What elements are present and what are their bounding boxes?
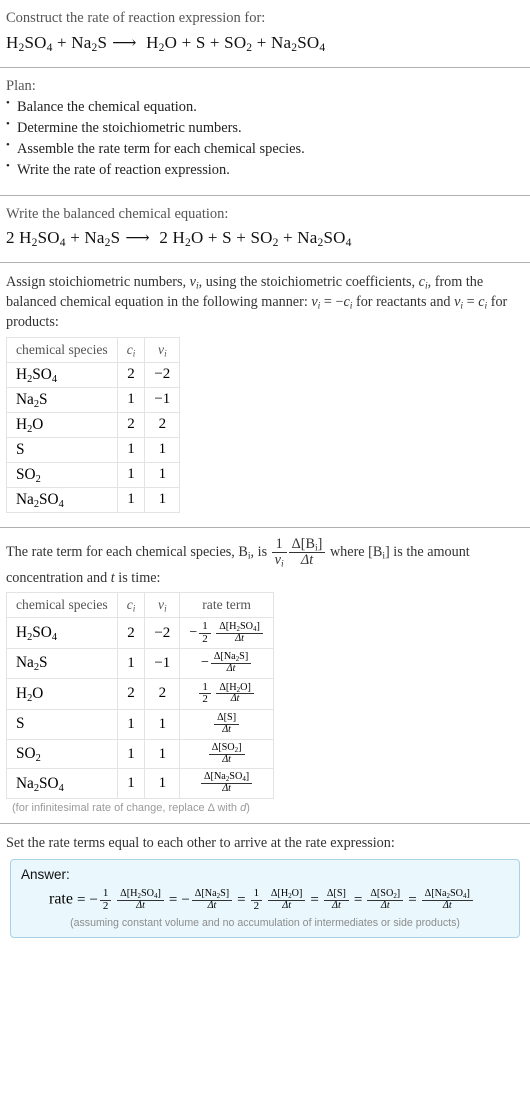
species-cell: H2SO4	[6, 361, 118, 388]
table-row: S11	[6, 436, 181, 463]
step-construct-prompt: Construct the rate of reaction expressio…	[0, 0, 530, 67]
column-header: rate term	[179, 591, 274, 618]
rate-term-cell: −1 2 Δ[H2SO4] Δt	[179, 616, 274, 650]
stoich-number-cell: −1	[144, 386, 181, 413]
species-cell: Na2S	[6, 648, 118, 679]
table-row: H2SO4 2 −2	[6, 361, 181, 388]
species-cell: H2O	[6, 677, 118, 711]
species-cell: SO2	[6, 738, 118, 770]
plan-item: Balance the chemical equation.	[6, 96, 524, 118]
table-row: SO2 1 1	[6, 461, 181, 488]
stoich-number-cell: 1	[144, 768, 181, 799]
answer-label: Answer:	[21, 867, 70, 883]
coefficient-cell: 1	[116, 768, 146, 799]
step-balanced-equation: Write the balanced chemical equation: 2 …	[0, 196, 530, 263]
table-row: S 1 1 Δ[S] Δt	[6, 709, 274, 740]
rate-expression-equation: rate = −1 2 Δ[H2SO4] Δt = − Δ[Na2S] Δt = 1 2 Δ[H2O]…	[21, 887, 509, 912]
stoich-number-cell: 1	[144, 738, 181, 770]
answer-pod: Answer: rate = −1 2 Δ[H2SO4] Δt = − Δ[Na2S] Δt = 1…	[10, 859, 520, 939]
rate-term-cell: − Δ[Na2S] Δt	[179, 648, 274, 679]
balanced-equation: 2 H2SO4 + Na2S ⟶ 2 H2O + S + SO2 + Na2SO4	[6, 228, 352, 250]
plan-title: Plan:	[6, 77, 36, 94]
coefficient-cell: 1	[116, 461, 146, 488]
table-row: H2O 2 2	[6, 411, 181, 438]
table-row: H2SO4 2 −2−1 2 Δ[H2SO4] Δt	[6, 616, 274, 650]
table-header-row: chemical species ci vi	[6, 336, 181, 363]
table-row: Na2SO4 1 1 Δ[Na2SO4] Δt	[6, 768, 274, 799]
infinitesimal-note: (for infinitesimal rate of change, repla…	[12, 801, 250, 814]
step-rate-terms: The rate term for each chemical species,…	[0, 528, 530, 823]
column-header: chemical species	[6, 336, 118, 363]
step-rate-expression: Set the rate terms equal to each other t…	[0, 824, 530, 939]
species-cell: SO2	[6, 461, 118, 488]
species-cell: H2O	[6, 411, 118, 438]
stoich-number-cell: 1	[144, 436, 181, 463]
species-cell: H2SO4	[6, 616, 118, 650]
table-row: Na2S 1 −1− Δ[Na2S] Δt	[6, 648, 274, 679]
species-cell: Na2SO4	[6, 768, 118, 799]
column-header: vi	[144, 336, 181, 363]
coefficient-cell: 1	[116, 486, 146, 513]
rate-table-header-row: chemical species ci vi rate term	[6, 591, 274, 618]
rate-term-cell: Δ[Na2SO4] Δt	[179, 768, 274, 799]
rate-term-cell: 12 Δ[H2O] Δt	[179, 677, 274, 711]
species-cell: Na2S	[6, 386, 118, 413]
coefficient-cell: 1	[116, 436, 146, 463]
coefficient-cell: 1	[116, 738, 146, 770]
column-header: ci	[116, 591, 146, 618]
stoichiometric-explanation: Assign stoichiometric numbers, vi, using…	[6, 274, 508, 331]
stoich-number-cell: 2	[144, 677, 181, 711]
plan-list: Balance the chemical equation.Determine …	[6, 96, 524, 181]
stoich-number-cell: 1	[144, 461, 181, 488]
species-cell: Na2SO4	[6, 486, 118, 513]
stoichiometric-table-body: H2SO4 2 −2 Na2S 1 −1 H2O 2 2 S 1 1 SO2 1 1 Na2SO4 1 1	[6, 361, 181, 513]
species-cell: S	[6, 436, 118, 463]
coefficient-cell: 1	[116, 648, 146, 679]
rate-term-explanation: The rate term for each chemical species,…	[6, 535, 470, 586]
rate-term-cell: Δ[SO2] Δt	[179, 738, 274, 770]
stoich-number-cell: −2	[144, 616, 181, 650]
balanced-prompt-text: Write the balanced chemical equation:	[6, 205, 229, 222]
table-row: Na2S 1 −1	[6, 386, 181, 413]
rate-term-cell: Δ[S] Δt	[179, 709, 274, 740]
stoich-number-cell: 1	[144, 709, 181, 740]
unbalanced-equation: H2SO4 + Na2S ⟶ H2O + S + SO2 + Na2SO4	[6, 32, 326, 54]
coefficient-cell: 2	[116, 411, 146, 438]
stoich-number-cell: 2	[144, 411, 181, 438]
stoich-number-cell: 1	[144, 486, 181, 513]
step-stoichiometric-numbers: Assign stoichiometric numbers, vi, using…	[0, 263, 530, 526]
step-plan: Plan: Balance the chemical equation.Dete…	[0, 68, 530, 195]
construct-prompt-text: Construct the rate of reaction expressio…	[6, 10, 266, 26]
coefficient-cell: 2	[116, 361, 146, 388]
rate-term-table: chemical species ci vi rate term H2SO4 2 −2−1…	[6, 591, 274, 799]
coefficient-cell: 1	[116, 386, 146, 413]
answer-caveat: (assuming constant volume and no accumul…	[70, 917, 460, 930]
rate-term-table-body: H2SO4 2 −2−1 2 Δ[H2SO4] Δt Na2S 1 −1− Δ[Na2S] Δt H…	[6, 616, 274, 799]
column-header: chemical species	[6, 591, 118, 618]
stoich-number-cell: −2	[144, 361, 181, 388]
coefficient-cell: 2	[116, 616, 146, 650]
column-header: ci	[116, 336, 146, 363]
coefficient-cell: 1	[116, 709, 146, 740]
species-cell: S	[6, 709, 118, 740]
stoichiometric-table: chemical species ci vi H2SO4 2 −2 Na2S 1 −1 H2O 2…	[6, 336, 181, 513]
rate-expression-prompt: Set the rate terms equal to each other t…	[6, 834, 395, 851]
plan-item: Assemble the rate term for each chemical…	[6, 138, 524, 160]
table-row: Na2SO4 1 1	[6, 486, 181, 513]
plan-item: Determine the stoichiometric numbers.	[6, 117, 524, 139]
table-row: H2O 2 2 1 2 Δ[H2O] Δt	[6, 677, 274, 711]
coefficient-cell: 2	[116, 677, 146, 711]
column-header: vi	[144, 591, 181, 618]
stoich-number-cell: −1	[144, 648, 181, 679]
plan-item: Write the rate of reaction expression.	[6, 159, 524, 181]
table-row: SO2 1 1 Δ[SO2] Δt	[6, 738, 274, 770]
